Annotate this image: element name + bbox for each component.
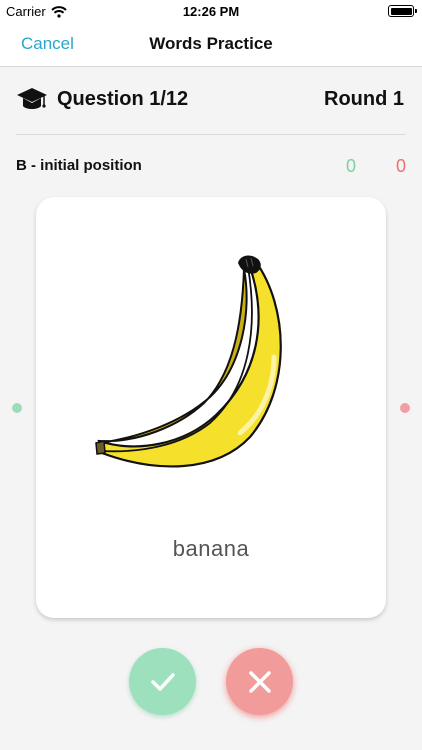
navigation-bar: Cancel Words Practice <box>0 22 422 67</box>
swipe-wrong-indicator <box>400 403 410 413</box>
battery-icon <box>388 5 417 17</box>
question-counter: Question 1/12 <box>57 88 189 110</box>
wrong-button[interactable] <box>226 648 293 715</box>
sound-row: B - initial position 0 0 <box>16 156 406 178</box>
correct-count: 0 <box>345 156 356 176</box>
round-label: Round 1 <box>324 88 404 110</box>
divider <box>16 134 406 135</box>
page-title: Words Practice <box>149 34 273 53</box>
swipe-correct-indicator <box>12 403 22 413</box>
sound-position-label: B - initial position <box>16 157 142 174</box>
status-bar: Carrier 12:26 PM <box>0 0 422 22</box>
word-label: banana <box>172 536 250 561</box>
checkmark-icon <box>150 672 175 691</box>
question-header: Question 1/12 Round 1 <box>16 84 406 118</box>
graduation-cap-icon <box>17 88 47 109</box>
wrong-count: 0 <box>395 156 406 176</box>
cross-icon <box>248 670 271 693</box>
status-time: 12:26 PM <box>182 4 240 19</box>
banana-image <box>95 255 282 468</box>
correct-button[interactable] <box>129 648 196 715</box>
word-card[interactable]: banana <box>36 197 386 618</box>
